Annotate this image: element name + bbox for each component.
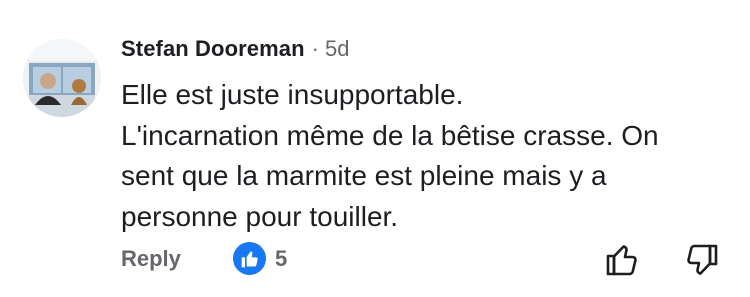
reaction-summary[interactable]: 5	[233, 242, 287, 275]
comment-line: L'incarnation même de la bêtise crasse. …	[121, 119, 659, 232]
comment: Stefan Dooreman · 5d Elle est juste insu…	[0, 0, 750, 297]
separator-dot: ·	[311, 36, 319, 61]
like-icon	[233, 242, 266, 275]
reaction-count: 5	[275, 245, 288, 271]
thumbs-up-icon[interactable]	[604, 240, 640, 278]
comment-line: Elle est juste insupportable.	[121, 79, 464, 110]
reply-button[interactable]: Reply	[121, 246, 181, 272]
author-name[interactable]: Stefan Dooreman	[121, 36, 305, 62]
timestamp[interactable]: 5d	[325, 36, 349, 62]
avatar-photo	[23, 39, 101, 117]
avatar[interactable]	[23, 39, 101, 117]
comment-text: Elle est juste insupportable. L'incarnat…	[121, 75, 701, 237]
comment-actions: Reply 5	[121, 240, 731, 280]
thumbs-down-icon[interactable]	[684, 242, 720, 280]
comment-header: Stefan Dooreman · 5d	[121, 36, 349, 66]
